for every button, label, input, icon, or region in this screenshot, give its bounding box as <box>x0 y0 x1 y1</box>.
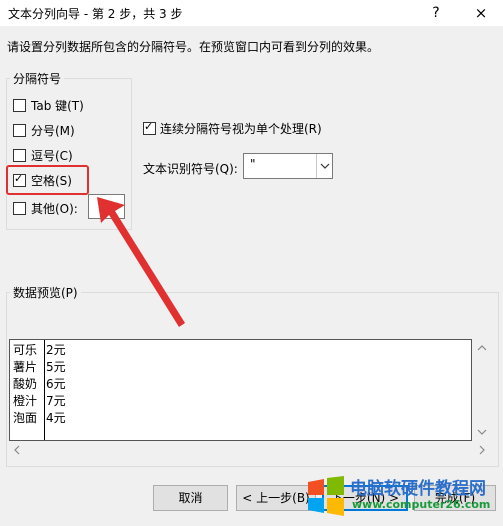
preview-cell: 6元 <box>46 377 66 391</box>
text-qualifier-label: 文本识别符号(Q): <box>143 162 238 176</box>
watermark-title: 电脑软硬件教程网 <box>350 479 486 499</box>
checkbox-tab[interactable]: Tab 键(T) <box>13 97 108 113</box>
preview-cell: 5元 <box>46 360 66 374</box>
checkbox-comma[interactable]: 逗号(C) <box>13 147 108 163</box>
help-button[interactable]: ? <box>425 2 447 24</box>
checkbox-other-box[interactable] <box>13 202 26 215</box>
checkbox-comma-box[interactable] <box>13 149 26 162</box>
vertical-scrollbar[interactable] <box>473 339 491 441</box>
preview-cell: 酸奶 <box>13 377 38 391</box>
delimiters-group-label: 分隔符号 <box>10 70 65 87</box>
horizontal-scrollbar[interactable] <box>9 442 491 458</box>
preview-cell: 薯片 <box>13 360 38 374</box>
preview-cell: 橙汁 <box>13 394 38 408</box>
close-button[interactable]: × <box>467 2 495 24</box>
checkbox-tab-label: Tab 键(T) <box>31 99 84 113</box>
preview-group-label: 数据预览(P) <box>10 284 81 301</box>
windows-logo-icon <box>308 476 344 516</box>
arrow-icon <box>97 197 185 327</box>
scroll-down-icon[interactable] <box>477 429 487 435</box>
checkbox-consecutive[interactable]: 连续分隔符号视为单个处理(R) <box>143 120 323 136</box>
highlight-box <box>6 165 89 195</box>
preview-cell: 可乐 <box>13 343 38 357</box>
checkbox-other[interactable]: 其他(O): <box>13 200 85 216</box>
chevron-down-icon[interactable] <box>316 154 333 178</box>
checkbox-comma-label: 逗号(C) <box>31 149 73 163</box>
title-bar: 文本分列向导 - 第 2 步，共 3 步 ? × <box>0 0 503 26</box>
checkbox-semicolon-box[interactable] <box>13 124 26 137</box>
preview-grid: 可乐 2元 薯片 5元 酸奶 6元 橙汁 7元 泡面 4元 <box>9 339 472 441</box>
checkbox-tab-box[interactable] <box>13 99 26 112</box>
text-qualifier-select[interactable]: " <box>243 153 333 179</box>
checkbox-other-label: 其他(O): <box>31 202 78 216</box>
preview-cell: 2元 <box>46 343 66 357</box>
preview-cell: 4元 <box>46 411 66 425</box>
preview-cell: 泡面 <box>13 411 38 425</box>
preview-cell: 7元 <box>46 394 66 408</box>
checkbox-consecutive-box[interactable] <box>143 120 156 135</box>
scroll-right-icon[interactable] <box>479 445 485 455</box>
scroll-up-icon[interactable] <box>477 345 487 351</box>
checkbox-semicolon-label: 分号(M) <box>31 124 75 138</box>
scroll-left-icon[interactable] <box>14 445 20 455</box>
checkbox-consecutive-label: 连续分隔符号视为单个处理(R) <box>160 122 322 136</box>
checkbox-semicolon[interactable]: 分号(M) <box>13 122 108 138</box>
text-qualifier-value: " <box>250 157 256 171</box>
instruction-text: 请设置分列数据所包含的分隔符号。在预览窗口内可看到分列的效果。 <box>7 40 380 54</box>
cancel-button[interactable]: 取消 <box>153 485 228 511</box>
column-break-line <box>44 340 45 440</box>
window-title: 文本分列向导 - 第 2 步，共 3 步 <box>8 7 183 21</box>
watermark-url: www.computer26.com <box>352 498 491 511</box>
watermark: 电脑软硬件教程网 www.computer26.com <box>300 470 503 526</box>
